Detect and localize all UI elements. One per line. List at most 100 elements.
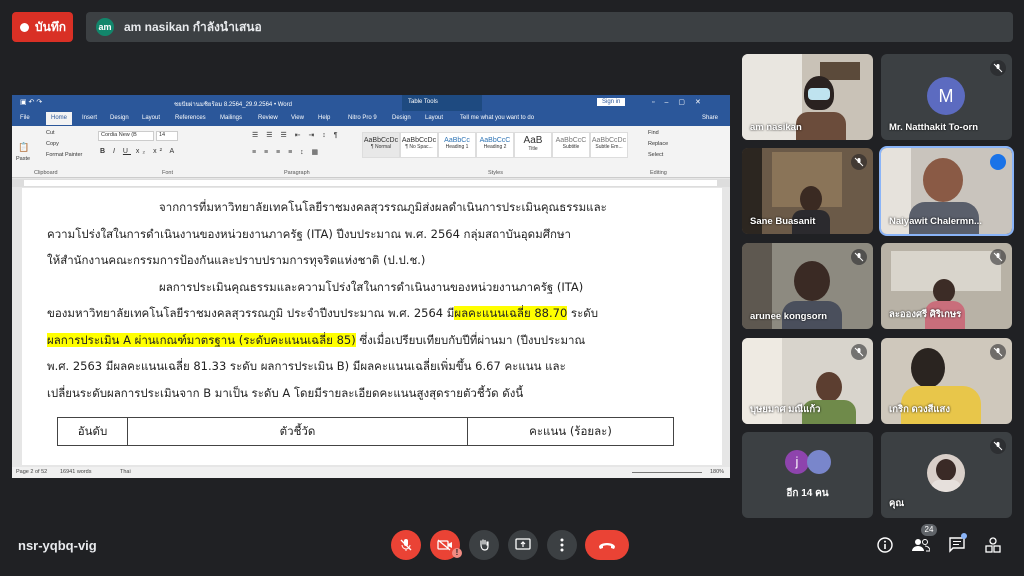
format-painter-button[interactable]: Format Painter	[46, 152, 82, 158]
participant-name: คุณ	[889, 498, 905, 509]
activities-button[interactable]	[983, 535, 1003, 555]
cut-button[interactable]: Cut	[46, 130, 55, 136]
participant-tile[interactable]: Naiyawit Chalermn...	[879, 146, 1014, 236]
participant-tile[interactable]: บุษยมาศ มณีแก้ว	[742, 338, 873, 424]
select-button[interactable]: Select	[648, 152, 663, 158]
style-title[interactable]: AaB Title	[514, 132, 552, 158]
participant-name: arunee kongsorn	[750, 311, 828, 322]
tab-home[interactable]: Home	[46, 112, 73, 125]
save-icon[interactable]: ▣ ↶ ↷	[20, 98, 42, 106]
sign-in-button[interactable]: Sign in	[597, 98, 626, 106]
mic-off-icon	[851, 154, 867, 170]
tab-help[interactable]: Help	[318, 115, 330, 121]
copy-button[interactable]: Copy	[46, 141, 59, 147]
record-label: บันทึก	[35, 19, 66, 34]
paste-label[interactable]: Paste	[16, 156, 30, 162]
mic-off-icon	[990, 438, 1006, 454]
tab-layout[interactable]: Layout	[142, 115, 160, 121]
participant-name: บุษยมาศ มณีแก้ว	[750, 404, 821, 415]
camera-toggle-button[interactable]: !	[430, 530, 462, 560]
window-controls[interactable]: ▫–▢✕	[652, 98, 711, 106]
more-vert-icon	[560, 538, 564, 552]
find-button[interactable]: Find	[648, 130, 659, 136]
participant-avatar: j	[785, 450, 809, 474]
record-dot-icon	[20, 22, 29, 32]
zoom-slider[interactable]	[632, 472, 702, 473]
style-no-spacing[interactable]: AaBbCcDc ¶ No Spac...	[400, 132, 438, 158]
style-heading-1[interactable]: AaBbCc Heading 1	[438, 132, 476, 158]
font-name-select[interactable]: Cordia New (B	[98, 131, 154, 141]
list-buttons[interactable]: ☰ ☰ ☰ ⇤ ⇥ ↕ ¶	[252, 131, 341, 139]
participant-tile[interactable]: arunee kongsorn	[742, 243, 873, 329]
participant-tile[interactable]: am nasikan	[742, 54, 873, 140]
warning-icon: !	[452, 548, 462, 558]
doc-line: ผลการประเมินคุณธรรมและความโปร่งใสในการดำ…	[159, 279, 584, 294]
style-subtitle[interactable]: AaBbCcC Subtitle	[552, 132, 590, 158]
tab-mailings[interactable]: Mailings	[220, 115, 242, 121]
paragraph-group-label: Paragraph	[284, 170, 310, 176]
table-header-indicator: ตัวชี้วัด	[127, 417, 468, 446]
people-button[interactable]	[911, 535, 931, 555]
self-tile[interactable]: คุณ	[881, 432, 1012, 518]
presenter-avatar: am	[96, 18, 114, 36]
speaking-indicator-icon	[990, 154, 1006, 170]
leave-call-button[interactable]	[585, 530, 629, 560]
tab-file[interactable]: File	[20, 115, 30, 121]
tab-references[interactable]: References	[175, 115, 206, 121]
mic-off-icon	[990, 344, 1006, 360]
participant-tile[interactable]: เกริก ดวงสีแสง	[881, 338, 1012, 424]
participant-tile[interactable]: ละอองศรี ศิริเกษร	[881, 243, 1012, 329]
style-subtle-emphasis[interactable]: AaBbCcDc Subtle Em...	[590, 132, 628, 158]
meeting-info-button[interactable]	[875, 535, 895, 555]
participant-tile[interactable]: Sane Buasanit	[742, 148, 873, 234]
participant-tile[interactable]: M Mr. Natthakit To-orn	[881, 54, 1012, 140]
tab-review[interactable]: Review	[258, 115, 278, 121]
tab-table-layout[interactable]: Layout	[425, 115, 443, 121]
font-size-select[interactable]: 14	[156, 131, 178, 141]
align-buttons[interactable]: ≡ ≡ ≡ ≡ ↕ ▦	[252, 148, 321, 156]
camera-off-icon	[437, 539, 452, 551]
mic-off-icon	[851, 344, 867, 360]
chat-button[interactable]	[947, 533, 967, 555]
participant-name: Naiyawit Chalermn...	[889, 216, 982, 227]
share-button[interactable]: Share	[702, 115, 718, 121]
ribbon: 📋 Paste Cut Copy Format Painter Clipboar…	[12, 126, 730, 178]
doc-line: ผลการประเมิน A ผ่านเกณฑ์มาตรฐาน (ระดับคะ…	[47, 332, 586, 347]
document-body: จากการที่มหาวิทยาลัยเทคโนโลยีราชมงคลสุวร…	[47, 194, 667, 406]
mic-off-icon	[851, 249, 867, 265]
present-screen-icon	[515, 538, 531, 550]
tab-table-design[interactable]: Design	[392, 115, 411, 121]
info-icon	[877, 537, 893, 553]
shared-screen-word: ▣ ↶ ↷ ชยปัยผ่านมชิยร้อม 8.2564_29.9.2564…	[12, 95, 730, 478]
meeting-code: nsr-yqbq-vig	[18, 538, 97, 553]
mic-toggle-button[interactable]	[391, 530, 421, 560]
font-format-buttons[interactable]: B I U x₂ x² A	[100, 148, 177, 155]
font-group-label: Font	[162, 170, 174, 176]
present-button[interactable]	[508, 530, 538, 560]
style-heading-2[interactable]: AaBbCcC Heading 2	[476, 132, 514, 158]
more-participants-tile[interactable]: j อีก 14 คน	[742, 432, 873, 518]
tab-design[interactable]: Design	[110, 115, 129, 121]
document-page[interactable]: จากการที่มหาวิทยาลัยเทคโนโลยีราชมงคลสุวร…	[22, 188, 722, 465]
raise-hand-button[interactable]	[469, 530, 499, 560]
mic-off-icon	[990, 249, 1006, 265]
tab-view[interactable]: View	[291, 115, 304, 121]
doc-line: ความโปร่งใสในการดำเนินงานของหน่วยงานภาคร…	[47, 226, 572, 241]
doc-line: จากการที่มหาวิทยาลัยเทคโนโลยีราชมงคลสุวร…	[159, 200, 607, 214]
record-button[interactable]: บันทึก	[12, 12, 73, 42]
styles-group-label: Styles	[488, 170, 503, 176]
table-header-score: คะแนน (ร้อยละ)	[467, 417, 674, 446]
doc-line: ของมหาวิทยาลัยเทคโนโลยีราชมงคลสุวรรณภูมิ…	[47, 306, 599, 320]
style-normal[interactable]: AaBbCcDc ¶ Normal	[362, 132, 400, 158]
status-bar: Page 2 of 52 16941 words Thai 180%	[12, 467, 730, 478]
ruler	[12, 179, 730, 187]
tab-insert[interactable]: Insert	[82, 115, 97, 121]
paste-icon[interactable]: 📋	[18, 142, 29, 153]
table-tools-label: Table Tools	[402, 95, 482, 111]
tab-nitro[interactable]: Nitro Pro 9	[348, 115, 377, 121]
page-count: Page 2 of 52	[16, 469, 48, 475]
participant-name: am nasikan	[750, 122, 802, 133]
tell-me-search[interactable]: Tell me what you want to do	[460, 115, 534, 121]
more-options-button[interactable]	[547, 530, 577, 560]
replace-button[interactable]: Replace	[648, 141, 668, 147]
